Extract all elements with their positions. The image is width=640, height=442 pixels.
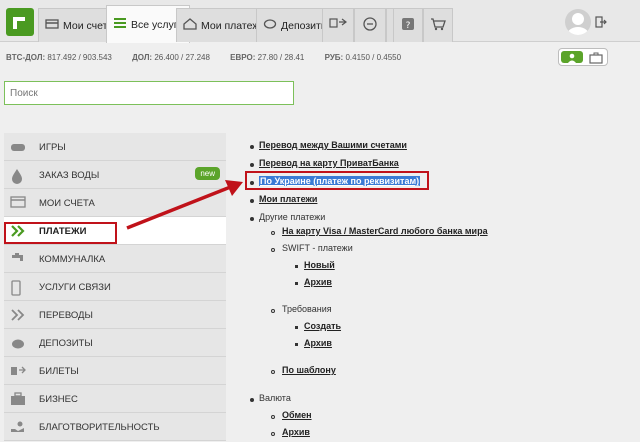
sidebar-item-deposits[interactable]: ДЕПОЗИТЫ [4,329,226,357]
rate-value: 817.492 / 903.543 [47,53,112,62]
sidebar-item-telecom[interactable]: УСЛУГИ СВЯЗИ [4,273,226,301]
bullet [271,309,275,313]
tab-tickets[interactable] [322,8,354,42]
rate-value: 27.80 / 28.41 [257,53,305,62]
annotation-box-payments [4,222,117,244]
rate-label: ДОЛ: [132,53,153,62]
bullet [295,265,298,268]
cards-icon [45,18,59,33]
business-toggle[interactable] [585,51,607,64]
link-by-template[interactable]: По шаблону [282,365,336,375]
link-swift-new[interactable]: Новый [304,260,335,270]
charity-icon [10,420,24,434]
sidebar-item-business[interactable]: БИЗНЕС [4,385,226,413]
bullet [295,343,298,346]
account-type-toggle[interactable] [558,48,608,66]
group-requirements: Требования [282,304,332,314]
sidebar-item-label: БЛАГОТВОРИТЕЛЬНОСТЬ [39,422,160,433]
rate-label: BTC-ДОЛ: [6,53,46,62]
search-input[interactable] [4,81,294,105]
avatar[interactable] [565,9,591,35]
sidebar-item-tickets[interactable]: БИЛЕТЫ [4,357,226,385]
bullet [295,282,298,285]
sidebar-item-label: ЗАКАЗ ВОДЫ [39,170,100,181]
piggy-icon [263,18,277,33]
top-bar: Мои счета Все услуги Мои платежи Депозит… [0,0,640,43]
rate-label: ЕВРО: [230,53,256,62]
link-my-payments[interactable]: Мои платежи [259,194,317,204]
sidebar-item-label: МОИ СЧЕТА [39,198,95,209]
link-exchange[interactable]: Обмен [282,410,312,420]
sidebar-item-label: КОММУНАЛКА [39,254,106,265]
privatbank-logo[interactable] [6,8,34,36]
bullet [271,432,275,436]
annotation-box-ukraine [245,171,429,190]
bullet [250,217,254,221]
rate-value: 0.4150 / 0.4550 [345,53,402,62]
bullet [250,145,254,149]
bullet [250,163,254,167]
bullet [271,370,275,374]
cart-icon [430,17,446,34]
rate-label: РУБ: [324,53,344,62]
link-transfer-own[interactable]: Перевод между Вашими счетами [259,140,407,150]
house-icon [183,18,197,33]
personal-toggle[interactable] [561,51,583,63]
card-icon [10,196,26,210]
list-icon [113,17,127,32]
piggy-bank-icon [10,336,24,350]
transport-icon [328,17,348,34]
link-transfer-card[interactable]: Перевод на карту ПриватБанка [259,158,399,168]
tab-cart[interactable] [423,8,453,42]
svg-text:?: ? [406,21,411,31]
bullet [295,326,298,329]
help-icon: ? [401,17,415,34]
globe-icon [362,16,378,35]
sidebar-item-games[interactable]: ИГРЫ [4,133,226,161]
sidebar-item-label: БИЛЕТЫ [39,366,79,377]
bullet [250,398,254,402]
faucet-icon [10,252,24,266]
group-currency: Валюта [259,393,291,403]
chevrons-right-icon [10,308,25,322]
tab-currency[interactable] [354,8,386,42]
briefcase-icon [589,52,603,64]
sidebar-item-charity[interactable]: БЛАГОТВОРИТЕЛЬНОСТЬ [4,413,226,441]
bullet [271,231,275,235]
sidebar-item-transfers[interactable]: ПЕРЕВОДЫ [4,301,226,329]
rate-value: 26.400 / 27.248 [154,53,210,62]
sidebar-item-utilities[interactable]: КОММУНАЛКА [4,245,226,273]
exchange-rates: BTC-ДОЛ: 817.492 / 903.543 ДОЛ: 26.400 /… [6,53,419,62]
link-visa-mastercard[interactable]: На карту Visa / MasterCard любого банка … [282,226,488,236]
group-other-payments: Другие платежи [259,212,326,222]
group-swift: SWIFT - платежи [282,243,353,253]
sidebar-item-label: ДЕПОЗИТЫ [39,338,93,349]
sidebar-item-label: ИГРЫ [39,142,66,153]
link-swift-archive[interactable]: Архив [304,277,332,287]
bullet [271,415,275,419]
gamepad-icon [10,140,25,154]
sidebar-item-label: БИЗНЕС [39,394,78,405]
person-icon [568,53,576,63]
transport-icon [10,364,26,378]
link-currency-archive[interactable]: Архив [282,427,310,437]
logout-icon[interactable] [595,15,607,33]
link-req-create[interactable]: Создать [304,321,341,331]
tab-help[interactable]: ? [393,8,423,42]
sidebar-item-label: УСЛУГИ СВЯЗИ [39,282,111,293]
bullet [271,248,275,252]
link-req-archive[interactable]: Архив [304,338,332,348]
water-drop-icon [10,168,24,184]
sidebar-item-label: ПЕРЕВОДЫ [39,310,93,321]
annotation-arrow [126,180,243,230]
phone-icon [10,280,24,296]
briefcase-icon [10,392,25,406]
bullet [250,199,254,203]
